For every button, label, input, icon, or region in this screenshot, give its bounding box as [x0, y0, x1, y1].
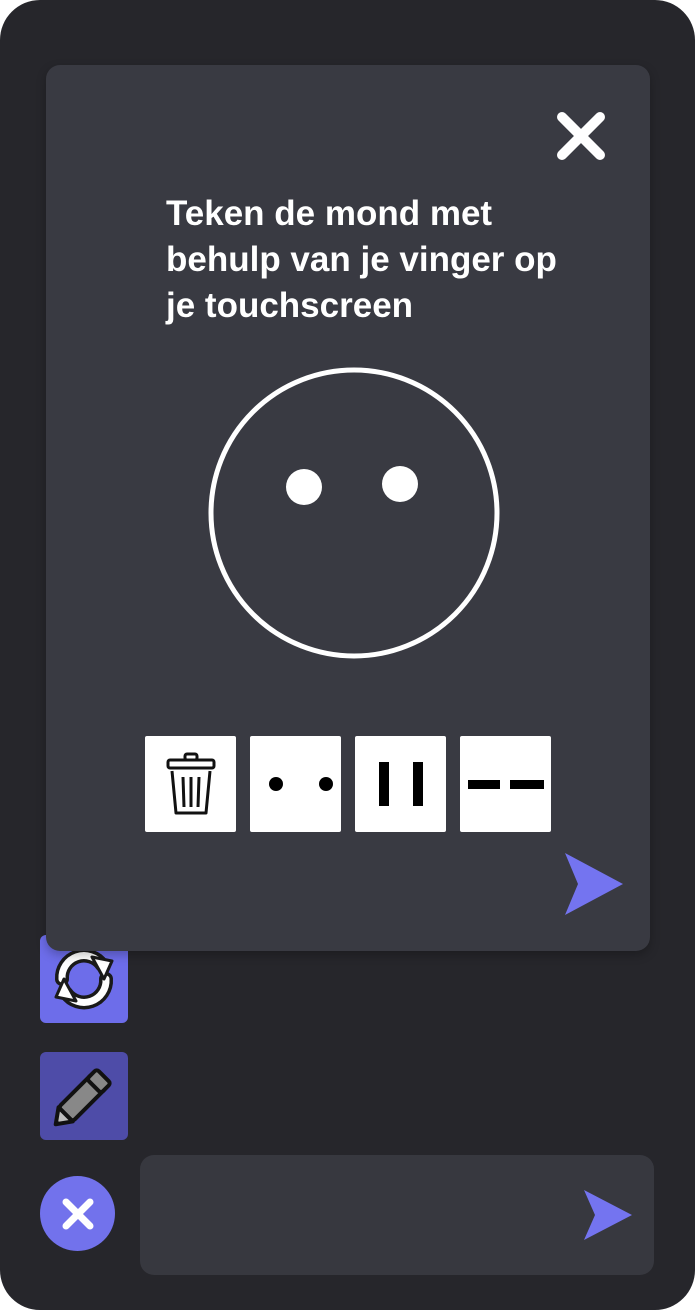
app-screen: Teken de mond met behulp van je vinger o…	[0, 0, 695, 1310]
draw-mouth-modal: Teken de mond met behulp van je vinger o…	[46, 65, 650, 951]
send-icon	[584, 1190, 632, 1240]
delete-drawing-button[interactable]	[145, 736, 236, 832]
modal-close-button[interactable]	[554, 109, 608, 163]
face-outline-icon	[208, 367, 500, 659]
mouth-options	[145, 736, 551, 832]
mouth-option-vertical-bars[interactable]	[355, 736, 446, 832]
left-eye	[286, 469, 322, 505]
chat-close-button[interactable]	[40, 1176, 115, 1251]
mouth-option-dashes[interactable]	[460, 736, 551, 832]
trash-icon	[166, 752, 215, 815]
send-icon	[565, 853, 623, 915]
dashes-icon	[467, 780, 544, 789]
instruction-text: Teken de mond met behulp van je vinger o…	[166, 194, 557, 325]
vertical-bars-icon	[378, 762, 423, 806]
close-icon	[62, 1198, 93, 1229]
dots-icon	[268, 777, 333, 791]
right-eye	[382, 466, 418, 502]
drawing-canvas[interactable]	[208, 367, 500, 659]
chat-send-button[interactable]	[582, 1188, 634, 1242]
pencil-icon	[53, 1068, 112, 1127]
mouth-option-dots[interactable]	[250, 736, 341, 832]
draw-button[interactable]	[40, 1052, 128, 1140]
modal-send-button[interactable]	[563, 851, 625, 917]
close-icon	[557, 112, 605, 160]
chat-input[interactable]	[140, 1155, 654, 1275]
